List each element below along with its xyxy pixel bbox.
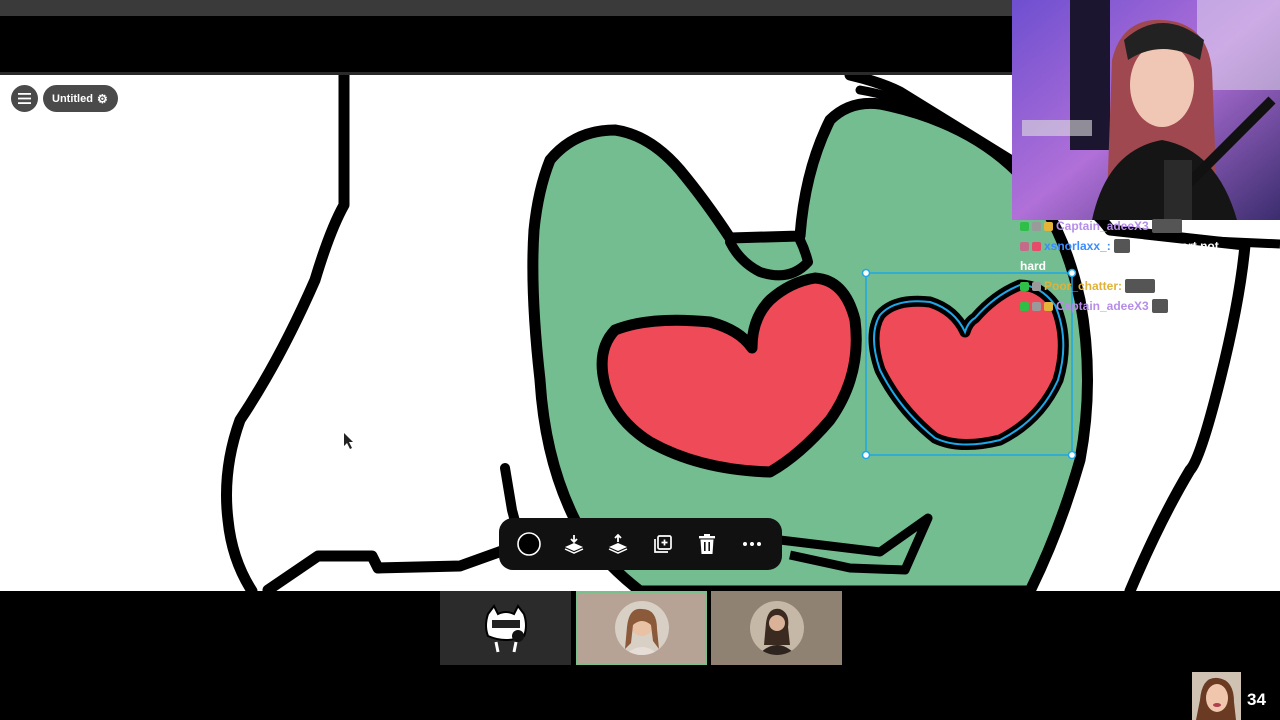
top-bar xyxy=(0,16,1012,72)
duplicate-icon xyxy=(653,535,672,553)
body-outline-bottom xyxy=(262,542,516,591)
delete-button[interactable] xyxy=(690,527,724,561)
badge-icon xyxy=(1020,301,1029,311)
chat-message: Poor_chatter: xyxy=(1020,276,1278,296)
emote-icon xyxy=(1125,279,1156,293)
avatar xyxy=(484,604,527,653)
more-options-button[interactable] xyxy=(735,527,769,561)
color-button[interactable] xyxy=(512,527,546,561)
chat-username: Poor_chatter: xyxy=(1044,279,1123,293)
avatar xyxy=(749,601,804,655)
viewer-count: 34 xyxy=(1247,690,1266,709)
layer-up-icon xyxy=(608,533,628,554)
participant-tile[interactable] xyxy=(440,591,571,665)
screen: Untitled ⚙ Captain_adeeX3 xsnorlaxx_: wo… xyxy=(0,0,1280,720)
chat-username: xsnorlaxx_: xyxy=(1044,239,1111,253)
chat-text: hard xyxy=(1020,259,1047,273)
badge-icon xyxy=(1032,221,1041,231)
document-title-button[interactable]: Untitled ⚙ xyxy=(43,85,118,112)
chat-message: Captain_adeeX3 xyxy=(1020,296,1278,316)
webcam-overlay xyxy=(1012,0,1280,220)
participant-tile[interactable] xyxy=(711,591,842,665)
badge-icon xyxy=(1020,221,1029,231)
chat-message: Captain_adeeX3 xyxy=(1020,216,1278,236)
document-title: Untitled xyxy=(52,92,93,105)
duplicate-button[interactable] xyxy=(646,527,680,561)
send-backward-button[interactable] xyxy=(557,527,591,561)
chat-message: xsnorlaxx_: work smart not xyxy=(1020,236,1278,256)
emote-icon xyxy=(1151,299,1168,313)
layer-down-icon xyxy=(564,535,584,554)
mouse-cursor xyxy=(344,433,353,449)
trash-icon xyxy=(699,534,716,554)
bring-forward-button[interactable] xyxy=(601,527,635,561)
selection-toolbar xyxy=(499,518,782,570)
badge-icon xyxy=(1032,281,1041,291)
circle-icon xyxy=(517,532,542,556)
badge-icon xyxy=(1032,301,1041,311)
body-outline-left xyxy=(221,75,350,591)
participant-tile-active[interactable] xyxy=(576,591,707,665)
chat-username: Captain_adeeX3 xyxy=(1056,219,1149,233)
chat-overlay: Captain_adeeX3 xsnorlaxx_: work smart no… xyxy=(1020,216,1278,316)
chat-username: Captain_adeeX3 xyxy=(1056,299,1149,313)
badge-icon xyxy=(1020,281,1029,291)
emote-icon xyxy=(1151,219,1182,233)
chat-text: work smart not xyxy=(1132,239,1219,253)
badge-icon xyxy=(1044,301,1053,311)
badge-icon xyxy=(1032,241,1041,251)
gear-icon: ⚙ xyxy=(96,91,108,106)
badge-icon xyxy=(1044,221,1053,231)
browser-top-strip xyxy=(0,0,1012,16)
viewer-avatar xyxy=(1192,672,1241,720)
badge-icon xyxy=(1020,241,1029,251)
more-horizontal-icon xyxy=(742,542,761,546)
menu-button[interactable] xyxy=(11,85,38,112)
chat-message: hard xyxy=(1020,256,1278,276)
emote-icon xyxy=(1113,239,1130,253)
hamburger-icon xyxy=(18,93,31,104)
avatar xyxy=(614,601,669,655)
